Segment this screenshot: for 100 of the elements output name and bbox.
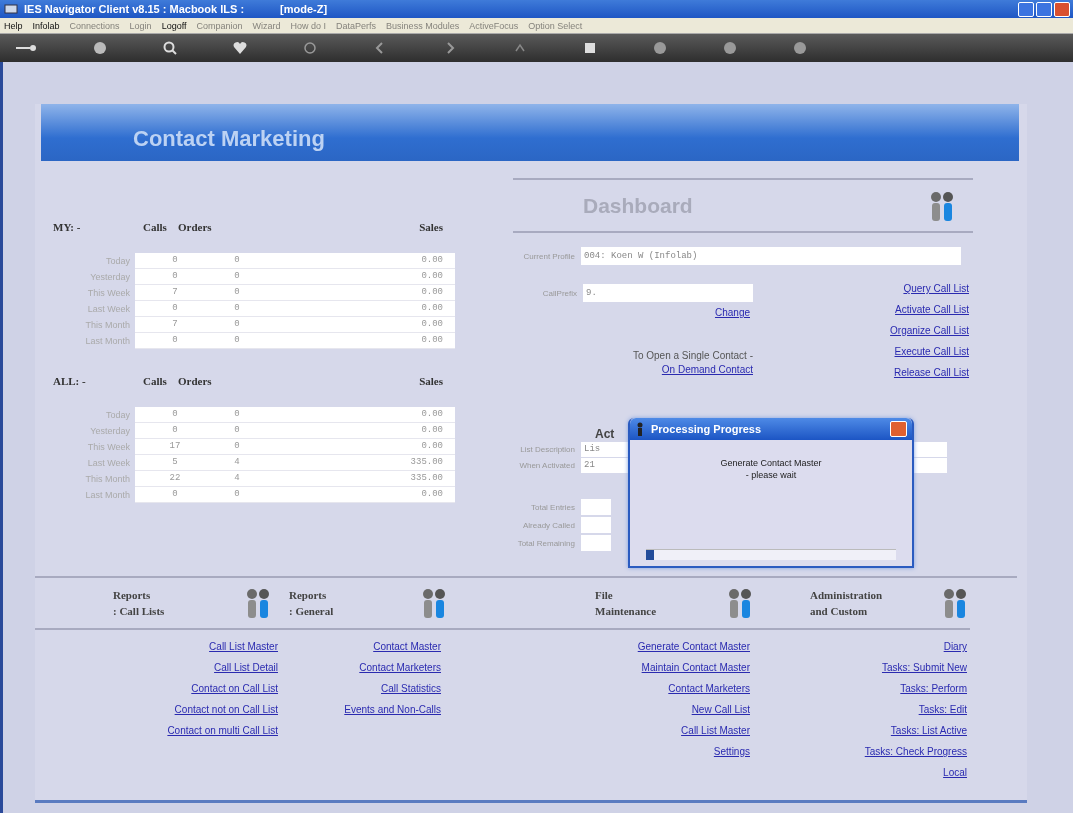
table-cell-text: 5	[171, 456, 179, 469]
menu-link[interactable]: Call Statistics	[381, 678, 441, 699]
menu-link[interactable]: Contact not on Call List	[174, 699, 278, 720]
table-cell-text: 0	[233, 318, 241, 331]
action-link[interactable]: Query Call List	[903, 278, 969, 299]
row-label: Yesterday	[90, 425, 130, 438]
table-cell-text: 22	[168, 472, 182, 485]
table-cell-text: 0	[171, 254, 179, 267]
maximize-button[interactable]	[1036, 1, 1052, 17]
column-header: Sales	[418, 375, 443, 387]
column-header: Orders	[178, 375, 213, 387]
menu-link[interactable]: Contact on multi Call List	[167, 720, 278, 741]
input-field[interactable]	[581, 499, 611, 515]
table-cell-text: 0.00	[420, 424, 444, 437]
table-cell-text: 0	[233, 286, 241, 299]
menu-link[interactable]: Contact Marketers	[359, 657, 441, 678]
table-cell-text: 0.00	[420, 488, 444, 501]
column-header: Orders	[178, 221, 213, 233]
row-label: This Month	[85, 473, 130, 486]
table-cell-text: 0.00	[420, 286, 444, 299]
table-cell-text: 0	[233, 270, 241, 283]
table-cell-text: 0	[233, 488, 241, 501]
field-label: Current Profile	[522, 251, 575, 261]
input-field[interactable]: 004: Koen W (Infolab)	[581, 247, 961, 265]
table-cell-text: 0	[233, 334, 241, 347]
table-cell-text: 0.00	[420, 302, 444, 315]
table-cell-text: 7	[171, 286, 179, 299]
menu-link[interactable]: Tasks: Submit New	[881, 657, 967, 678]
table-cell-text: 0.00	[420, 318, 444, 331]
table-cell-text: 0	[171, 488, 179, 501]
table-cell-text: 0	[171, 334, 179, 347]
table-cell-text: 0	[171, 408, 179, 421]
table-cell-text: 0	[233, 408, 241, 421]
table-cell-text: 7	[171, 318, 179, 331]
refresh-icon	[302, 40, 318, 56]
menu-link[interactable]: Call List Master	[209, 636, 278, 657]
table-cell-text: 4	[233, 472, 241, 485]
minimize-button[interactable]	[1018, 1, 1034, 17]
instruction-text: To Open a Single Contact -	[632, 349, 753, 363]
input-field[interactable]	[581, 517, 611, 533]
menu-link[interactable]: Tasks: Edit	[918, 699, 967, 720]
menu-link[interactable]: Call List Master	[681, 720, 750, 741]
table-cell-text: 0.00	[420, 334, 444, 347]
section-title: Reports : General	[289, 588, 335, 619]
menu-link[interactable]: Events and Non-Calls	[344, 699, 441, 720]
change-link[interactable]: Change	[714, 302, 750, 323]
field-label: Total Entries	[529, 502, 575, 512]
app-icon	[4, 3, 18, 15]
input-field[interactable]	[581, 535, 611, 551]
info-icon	[635, 422, 645, 436]
menu-link[interactable]: Contact on Call List	[191, 678, 278, 699]
field-label: Total Remaining	[516, 538, 575, 548]
menu-link[interactable]: Tasks: Check Progress	[864, 741, 967, 762]
field-label: List Description	[519, 445, 575, 454]
section-heading: Act	[595, 427, 615, 441]
table-cell-text: 17	[168, 440, 182, 453]
row-label: Today	[105, 255, 130, 268]
menu-link[interactable]: Generate Contact Master	[637, 636, 750, 657]
menu-link[interactable]: Contact Master	[373, 636, 441, 657]
input-field[interactable]: 9.	[583, 284, 753, 302]
menu-link[interactable]: Tasks: Perform	[900, 678, 967, 699]
window-title: IES Navigator Client v8.15 : Macbook ILS :	[24, 3, 245, 15]
menu-link[interactable]: Call List Detail	[214, 657, 278, 678]
progress-message: Generate Contact Master - please wait	[720, 457, 822, 481]
table-heading: MY: -	[53, 221, 82, 233]
row-label: Last Week	[87, 303, 130, 316]
table-cell-text: 0.00	[420, 408, 444, 421]
column-header: Sales	[418, 221, 443, 233]
table-cell-text: 0	[171, 424, 179, 437]
page-title: Contact Marketing	[133, 125, 325, 152]
menu-link[interactable]: Local	[943, 762, 967, 783]
row-label: Today	[105, 409, 130, 422]
table-cell-text: 0	[171, 302, 179, 315]
section-title: Administration and Custom	[810, 588, 884, 619]
action-link[interactable]: Execute Call List	[894, 341, 969, 362]
menu-item[interactable]: Help	[4, 20, 23, 31]
menu-item[interactable]: Logoff	[161, 20, 187, 31]
action-link[interactable]: Release Call List	[893, 362, 969, 383]
table-cell-text: 0	[233, 424, 241, 437]
on-demand-link[interactable]: On Demand Contact	[661, 363, 753, 377]
square-icon	[582, 40, 598, 56]
field-label: When Activated	[518, 461, 575, 470]
menu-link[interactable]: Tasks: List Active	[890, 720, 967, 741]
table-cell-text: 4	[233, 456, 241, 469]
action-link[interactable]: Activate Call List	[895, 299, 969, 320]
table-cell-text: 0	[233, 254, 241, 267]
menu-link[interactable]: New Call List	[691, 699, 750, 720]
row-label: Yesterday	[90, 271, 130, 284]
field-label: CallPrefix	[541, 288, 577, 298]
menu-link[interactable]: Settings	[713, 741, 750, 762]
dialog-title: Processing Progress	[651, 423, 763, 435]
menu-link[interactable]: Contact Marketers	[668, 678, 750, 699]
menu-link[interactable]: Maintain Contact Master	[641, 657, 750, 678]
table-cell-text: 0	[233, 440, 241, 453]
action-link[interactable]: Organize Call List	[890, 320, 969, 341]
row-label: This Week	[87, 287, 130, 300]
row-label: This Week	[87, 441, 130, 454]
menu-link[interactable]: Diary	[943, 636, 967, 657]
table-cell-text: 335.00	[409, 456, 444, 469]
menu-item[interactable]: Infolab	[32, 20, 60, 31]
